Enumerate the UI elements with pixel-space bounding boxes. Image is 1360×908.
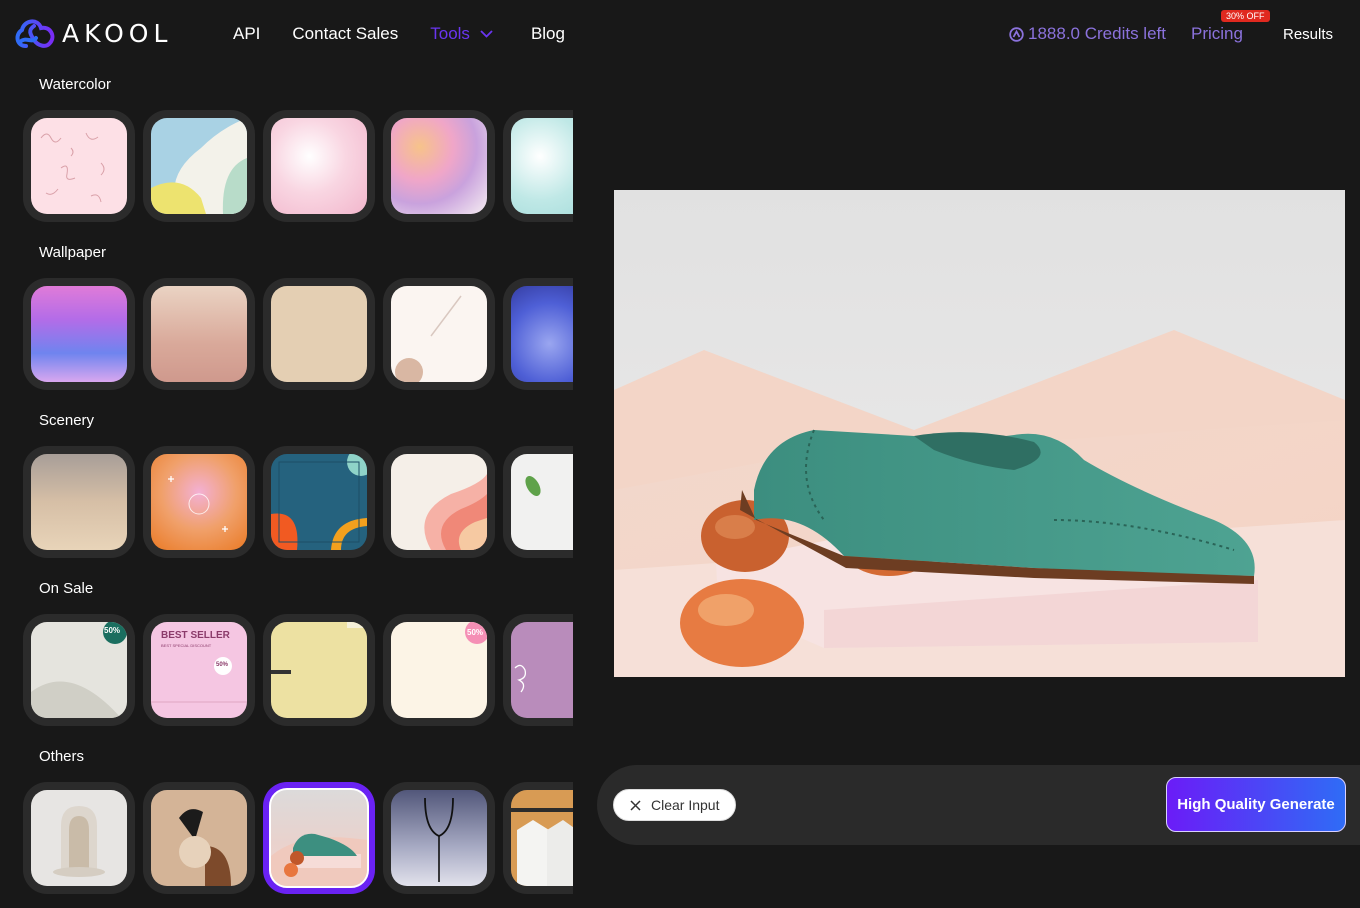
tile-row (23, 446, 573, 558)
template-thumbnail (269, 788, 369, 888)
template-tile[interactable] (383, 110, 495, 222)
template-tile[interactable] (23, 278, 135, 390)
nav-tools[interactable]: Tools (430, 24, 493, 44)
tile-row (23, 782, 573, 894)
squiggle-pattern (40, 132, 105, 203)
section-title: Scenery (39, 412, 95, 429)
template-tile[interactable] (143, 110, 255, 222)
discount-badge: 30% OFF (1221, 10, 1270, 22)
template-tile[interactable]: 50% (383, 614, 495, 726)
template-tile[interactable] (263, 446, 375, 558)
section-title: Wallpaper (39, 244, 106, 261)
tile-row (23, 278, 573, 390)
template-thumbnail (271, 622, 367, 718)
template-thumbnail (31, 790, 127, 886)
close-icon (630, 799, 641, 811)
nav-api[interactable]: API (233, 24, 260, 44)
template-tile[interactable] (263, 278, 375, 390)
credits-icon (1009, 26, 1024, 42)
template-tile[interactable] (383, 278, 495, 390)
template-thumbnail (271, 454, 367, 550)
template-thumbnail (391, 790, 487, 886)
template-thumbnail (151, 286, 247, 382)
page: AKOOL API Contact Sales Tools Blog 1888.… (0, 0, 1360, 908)
template-thumbnail (511, 118, 573, 214)
template-tile-selected[interactable] (263, 782, 375, 894)
template-thumbnail (271, 286, 367, 382)
discount-label: 50% (216, 662, 229, 668)
template-tile[interactable] (503, 614, 573, 726)
template-thumbnail: BEST SELLER BEST SPECIAL DISCOUNT 50% (151, 622, 247, 718)
action-bar: Clear Input High Quality Generate (597, 765, 1360, 845)
tile-row (23, 110, 573, 222)
template-tile[interactable] (143, 446, 255, 558)
template-tile[interactable] (503, 446, 573, 558)
template-thumbnail (271, 118, 367, 214)
nav-tools-label: Tools (430, 24, 470, 43)
template-thumbnail (391, 454, 487, 550)
template-tile[interactable] (23, 782, 135, 894)
section-title: Watercolor (39, 76, 111, 93)
template-thumbnail (151, 118, 247, 214)
template-thumbnail (31, 286, 127, 382)
header: AKOOL API Contact Sales Tools Blog 1888.… (0, 0, 1360, 68)
template-tile[interactable] (143, 278, 255, 390)
template-thumbnail (391, 286, 487, 382)
template-tile[interactable] (143, 782, 255, 894)
template-tile[interactable] (263, 110, 375, 222)
logo-text: AKOOL (62, 18, 173, 48)
clear-input-label: Clear Input (651, 797, 720, 813)
credits-indicator[interactable]: 1888.0 Credits left (1009, 24, 1166, 44)
template-tile[interactable]: 50% (23, 614, 135, 726)
discount-label: 50% (467, 628, 484, 637)
akool-logo[interactable]: AKOOL (14, 16, 172, 50)
template-thumbnail (511, 286, 573, 382)
template-tile[interactable] (23, 446, 135, 558)
template-tile[interactable] (503, 278, 573, 390)
template-thumbnail (391, 118, 487, 214)
shoe-product-photo (614, 190, 1345, 677)
template-tile[interactable] (503, 110, 573, 222)
template-thumbnail (151, 454, 247, 550)
template-thumbnail (31, 454, 127, 550)
template-thumbnail (31, 118, 127, 214)
template-thumbnail (511, 790, 573, 886)
template-tile[interactable] (383, 782, 495, 894)
discount-label: 50% (104, 626, 121, 635)
template-tile[interactable]: BEST SELLER BEST SPECIAL DISCOUNT 50% (143, 614, 255, 726)
nav-pricing[interactable]: Pricing (1191, 24, 1243, 44)
generated-preview-image (614, 190, 1345, 677)
template-thumbnail (511, 622, 573, 718)
logo-icon (15, 19, 55, 48)
credits-text: 1888.0 Credits left (1028, 24, 1166, 43)
tile-row: 50% BEST SELLER BEST SPECIAL DISCOUNT 50… (23, 614, 573, 726)
section-title: Others (39, 748, 85, 765)
nav-contact-sales[interactable]: Contact Sales (292, 24, 398, 44)
template-tile[interactable] (263, 614, 375, 726)
template-tile[interactable] (23, 110, 135, 222)
nav-blog[interactable]: Blog (531, 24, 565, 44)
template-thumbnail: 50% (31, 622, 127, 718)
template-tile[interactable] (503, 782, 573, 894)
chevron-down-icon (480, 30, 493, 38)
template-thumbnail (511, 454, 573, 550)
high-quality-generate-button[interactable]: High Quality Generate (1166, 777, 1346, 832)
clear-input-button[interactable]: Clear Input (613, 789, 737, 821)
template-panel[interactable]: Watercolor Wallpaper Scenery On Sale 50%… (0, 68, 573, 908)
template-thumbnail (151, 790, 247, 886)
template-thumbnail: 50% (391, 622, 487, 718)
section-title: On Sale (39, 580, 94, 597)
template-tile[interactable] (383, 446, 495, 558)
nav-results[interactable]: Results (1283, 26, 1333, 43)
main-nav: API Contact Sales Tools Blog (233, 24, 597, 44)
